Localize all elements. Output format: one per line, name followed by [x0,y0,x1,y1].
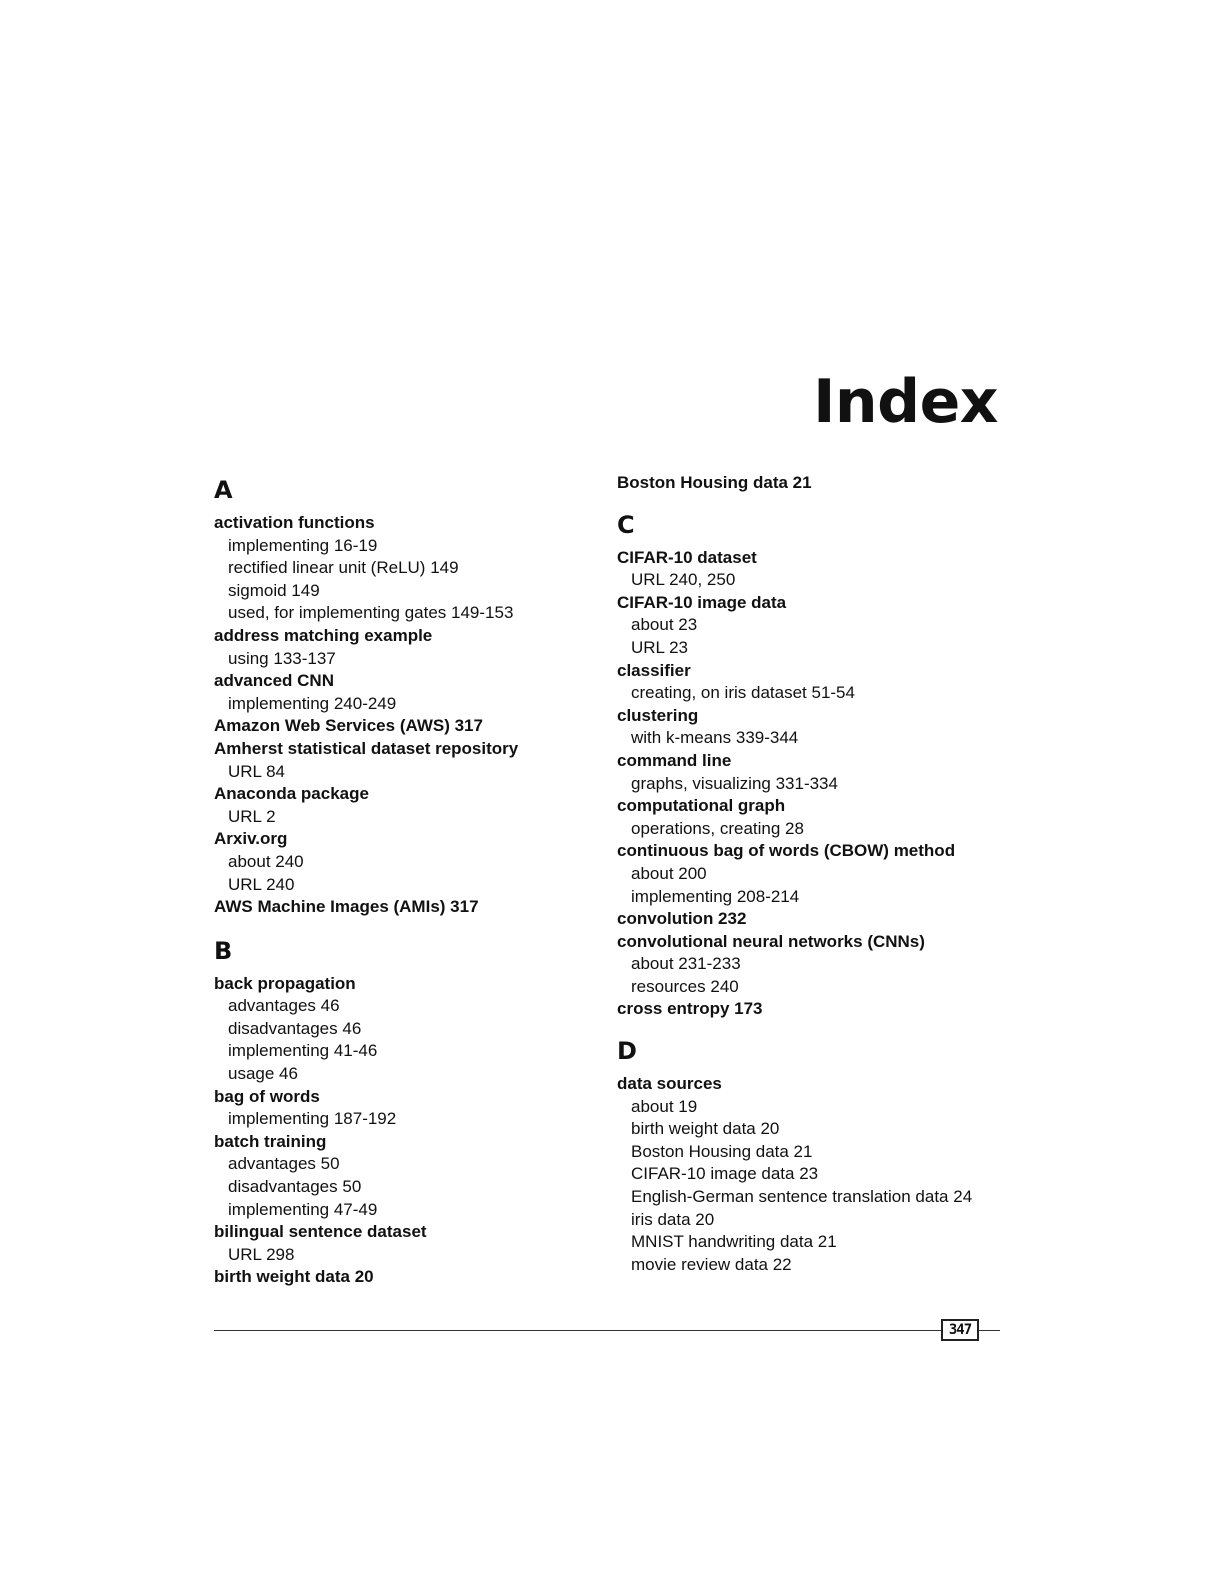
index-subentry: iris data 20 [631,1209,715,1229]
index-subentry: about 240 [228,851,304,871]
index-entry: address matching example [214,625,433,645]
footer-rule [214,1330,1000,1331]
index-entry: CIFAR-10 image data [617,592,787,612]
index-entry: back propagation [214,973,356,993]
index-subentry: URL 240 [228,874,295,894]
index-entry: continuous bag of words (CBOW) method [617,841,956,861]
index-subentry: creating, on iris dataset 51-54 [631,683,855,703]
index-section-c: C CIFAR-10 dataset URL 240, 250 CIFAR-10 im… [617,509,1007,1021]
index-subentry: sigmoid 149 [228,580,320,600]
index-subentry: resources 240 [631,976,739,996]
index-entry: advanced CNN [214,671,334,691]
index-subentry: graphs, visualizing 331-334 [631,773,838,793]
index-subentry: implementing 187-192 [228,1109,397,1129]
index-subentry: about 19 [631,1096,698,1116]
section-letter: D [617,1037,637,1066]
index-subentry: with k-means 339-344 [631,728,799,748]
index-subentry: English-German sentence translation data… [631,1187,973,1207]
index-subentry: URL 240, 250 [631,570,736,590]
index-entry: Amherst statistical dataset repository [214,738,519,758]
index-entry: Arxiv.org [214,829,288,849]
index-entry: activation functions [214,513,375,532]
index-subentry: birth weight data 20 [631,1119,780,1139]
index-subentry: about 200 [631,863,707,883]
section-letter: A [214,476,233,504]
index-subentry: implementing 47-49 [228,1199,378,1219]
index-subentry: Boston Housing data 21 [631,1141,813,1161]
index-entry: Boston Housing data 21 [617,473,812,492]
index-subentry: rectified linear unit (ReLU) 149 [228,558,459,578]
index-subentry: advantages 50 [228,1154,340,1174]
index-entry: AWS Machine Images (AMIs) 317 [214,897,479,917]
index-subentry: implementing 240-249 [228,693,397,713]
section-letter: C [617,510,635,539]
index-section-a: Aactivation functions implementing 16-19 r… [214,474,594,919]
index-left-column: Aactivation functions implementing 16-19 r… [214,472,594,1289]
index-entry: Amazon Web Services (AWS) 317 [214,716,483,736]
index-subentry: about 231-233 [631,954,741,974]
index-subentry: URL 23 [631,637,689,657]
index-entry: batch training [214,1131,327,1151]
index-entry: command line [617,750,732,770]
page-title: Index [813,367,998,437]
index-subentry: advantages 46 [228,996,340,1016]
index-entry: birth weight data 20 [214,1267,374,1287]
index-subentry: usage 46 [228,1064,298,1084]
section-letter: B [214,936,233,965]
index-section-b: Bback propagation advantages 46 disadvanta… [214,935,594,1289]
index-entry: computational graph [617,796,786,816]
index-right-column: Boston Housing data 21 C CIFAR-10 dataset U… [617,472,1007,1276]
index-subentry: movie review data 22 [631,1254,792,1274]
index-entry: bilingual sentence dataset [214,1222,427,1242]
index-subentry: URL 84 [228,761,286,781]
index-subentry: disadvantages 50 [228,1177,362,1197]
index-entry: convolutional neural networks (CNNs) [617,931,925,951]
index-entry: clustering [617,705,699,725]
index-entry: cross entropy 173 [617,999,763,1019]
index-entry: Anaconda package [214,784,369,804]
index-subentry: implementing 16-19 [228,535,378,555]
index-subentry: MNIST handwriting data 21 [631,1232,837,1252]
index-subentry: implementing 41-46 [228,1041,378,1061]
page-number: 347 [941,1319,979,1341]
index-subentry: using 133-137 [228,648,336,668]
index-entry: convolution 232 [617,909,747,929]
index-entry: classifier [617,660,691,680]
index-subentry: implementing 208-214 [631,886,800,906]
index-subentry: URL 298 [228,1244,295,1264]
index-section-d: Ddata sources about 19 birth weight data 2… [617,1035,1007,1276]
index-subentry: URL 2 [228,806,276,826]
index-subentry: about 23 [631,615,698,635]
index-subentry: operations, creating 28 [631,818,804,838]
index-entry: CIFAR-10 dataset [617,547,757,567]
index-subentry: CIFAR-10 image data 23 [631,1164,819,1184]
index-subentry: used, for implementing gates 149-153 [228,603,514,623]
index-subentry: disadvantages 46 [228,1018,362,1038]
index-entry: bag of words [214,1086,320,1106]
index-entry: data sources [617,1074,722,1094]
